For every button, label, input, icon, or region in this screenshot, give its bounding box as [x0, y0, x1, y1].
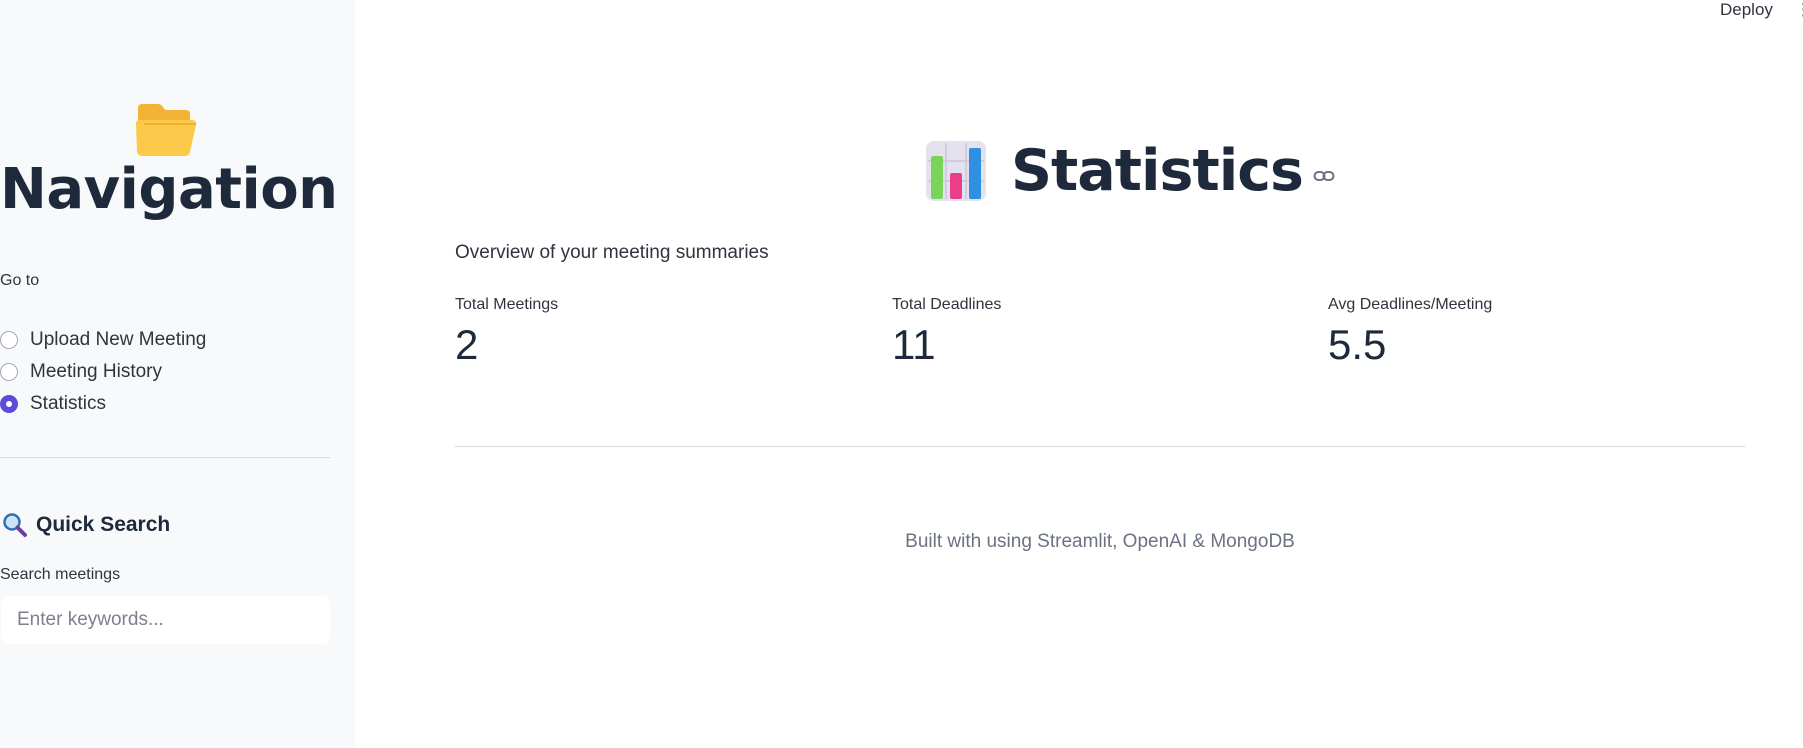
metric-value: 2 [455, 321, 479, 368]
metric-value: 11 [892, 321, 936, 368]
page-header: Statistics [925, 140, 1335, 202]
search-input[interactable] [1, 596, 330, 644]
radio-button[interactable] [0, 331, 18, 349]
metric-label: Total Deadlines [892, 296, 1002, 313]
metric-label: Avg Deadlines/Meeting [1328, 296, 1493, 313]
sidebar: Navigation Go to Upload New Meeting Meet… [0, 0, 355, 748]
metric-label: Total Meetings [455, 296, 559, 313]
metric-avg-deadlines-per-meeting: Avg Deadlines/Meeting 5.5 [1328, 296, 1492, 366]
nav-option-meeting-history[interactable]: Meeting History [0, 358, 162, 386]
sidebar-divider [0, 457, 330, 458]
search-label: Search meetings [0, 566, 121, 583]
nav-option-label: Meeting History [30, 361, 162, 382]
page-subtitle: Overview of your meeting summaries [455, 242, 769, 263]
nav-option-statistics[interactable]: Statistics [0, 390, 106, 418]
nav-option-label: Statistics [30, 393, 107, 414]
radio-button-selected[interactable] [0, 395, 18, 413]
deploy-button[interactable]: Deploy [1720, 0, 1773, 20]
quick-search-title: Quick Search [36, 513, 171, 536]
metric-total-deadlines: Total Deadlines 11 [892, 296, 1001, 366]
nav-option-upload-new-meeting[interactable]: Upload New Meeting [0, 326, 206, 354]
metric-value: 5.5 [1328, 321, 1387, 368]
quick-search-heading: Quick Search [2, 512, 170, 538]
sidebar-title: Navigation [0, 157, 338, 222]
nav-option-label: Upload New Meeting [30, 329, 207, 350]
page-title: Statistics [1011, 137, 1304, 204]
more-vertical-icon[interactable]: ⋮ [1795, 0, 1803, 20]
magnifier-icon [3, 513, 27, 537]
metric-total-meetings: Total Meetings 2 [455, 296, 558, 366]
main-divider [455, 446, 1745, 447]
radio-button[interactable] [0, 363, 18, 381]
goto-label: Go to [0, 272, 40, 289]
open-folder-icon [136, 104, 197, 156]
bar-chart-icon [926, 141, 986, 201]
link-icon[interactable] [1313, 165, 1335, 187]
footer-text: Built with using Streamlit, OpenAI & Mon… [905, 531, 1295, 552]
